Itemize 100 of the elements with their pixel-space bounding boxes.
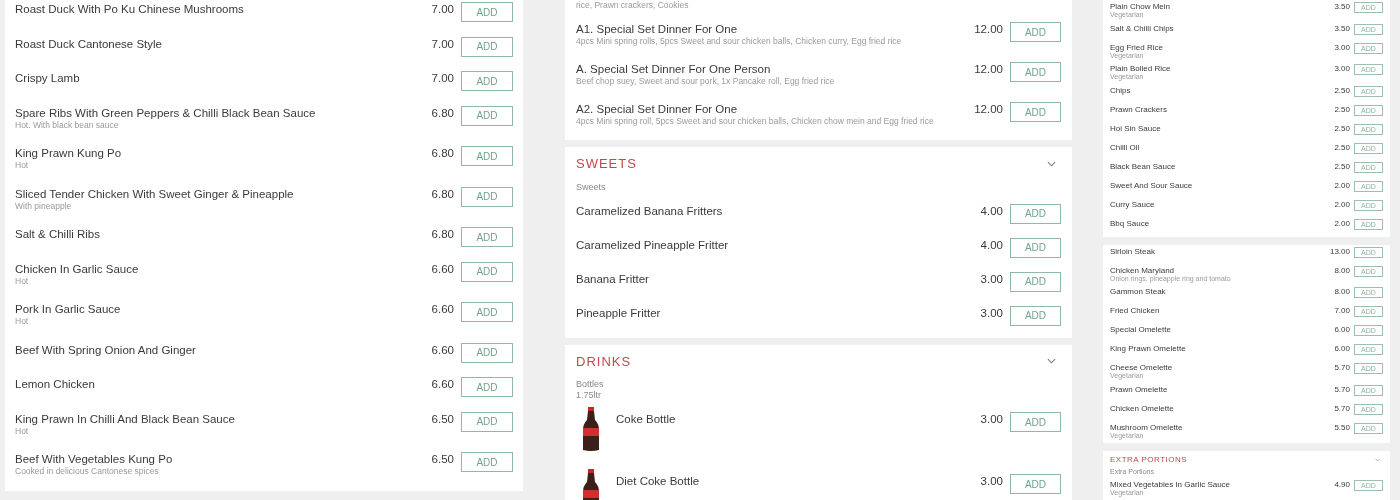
- item-name: Diet Coke Bottle: [616, 474, 701, 488]
- add-button[interactable]: ADD: [1010, 305, 1061, 326]
- add-button[interactable]: ADD: [461, 227, 513, 247]
- item-name: King Prawn Omelette: [1110, 344, 1187, 353]
- add-button[interactable]: ADD: [461, 261, 513, 282]
- add-button[interactable]: ADD: [1010, 62, 1061, 82]
- item-price: 7.00: [431, 2, 454, 16]
- item-description: rice, Prawn crackers, Cookies: [576, 0, 690, 11]
- item-name: Fried Chicken: [1110, 306, 1161, 315]
- add-button[interactable]: ADD: [461, 377, 513, 397]
- section-title: DRINKS: [576, 352, 632, 371]
- add-button[interactable]: ADD: [461, 71, 513, 91]
- item-price: 3.00: [1334, 64, 1350, 73]
- item-name: Pineapple Fritter: [576, 305, 662, 320]
- add-button[interactable]: ADD: [1010, 271, 1061, 292]
- item-price: 8.00: [1334, 287, 1350, 296]
- item-description: Hot: [15, 316, 30, 327]
- add-button[interactable]: ADD: [1010, 102, 1061, 122]
- item-price: 2.00: [1334, 218, 1350, 228]
- item-name: Chicken Omelette: [1110, 403, 1175, 413]
- item-name: Mushroom Omelette: [1110, 422, 1184, 432]
- item-name: Prawn Crackers: [1110, 104, 1168, 114]
- add-button[interactable]: ADD: [461, 146, 513, 166]
- item-description: Hot: [15, 275, 30, 287]
- item-price: 4.90: [1334, 480, 1350, 489]
- item-price: 6.80: [431, 146, 454, 160]
- item-name: Banana Fritter: [576, 271, 650, 286]
- item-price: 2.50: [1334, 123, 1350, 133]
- item-name: Beef With Vegetables Kung Po: [15, 452, 174, 466]
- item-name: Salt & Chilli Ribs: [15, 227, 101, 241]
- add-button[interactable]: ADD: [461, 105, 513, 126]
- item-price: 5.70: [1334, 403, 1350, 413]
- item-price: 6.50: [431, 452, 454, 466]
- chevron-down-icon[interactable]: [1047, 358, 1056, 365]
- item-name: Bbq Sauce: [1110, 218, 1151, 228]
- add-button[interactable]: ADD: [461, 186, 513, 207]
- add-button[interactable]: ADD: [461, 36, 513, 57]
- item-price: 3.00: [980, 305, 1003, 320]
- add-button[interactable]: ADD: [1010, 412, 1061, 432]
- item-name: Prawn Omelette: [1110, 384, 1169, 394]
- item-name: Chips: [1110, 85, 1132, 95]
- item-price: 3.50: [1334, 23, 1350, 33]
- item-name: Chilli Oil: [1110, 142, 1141, 152]
- item-name: Chicken Maryland: [1110, 265, 1175, 275]
- item-name: Gammon Steak: [1110, 287, 1167, 296]
- item-price: 3.00: [980, 271, 1003, 286]
- item-name: Salt & Chilli Chips: [1110, 23, 1175, 33]
- item-price: 5.50: [1334, 422, 1350, 432]
- item-description: 4pcs Mini spring rolls, 5pcs Sweet and sour chicken balls, Chicken curry, Egg fried rice: [576, 36, 903, 47]
- item-price: 6.60: [431, 302, 454, 316]
- item-price: 12.00: [974, 22, 1003, 36]
- add-button[interactable]: ADD: [461, 411, 513, 432]
- item-name: Egg Fried Rice: [1110, 42, 1164, 52]
- item-price: 13.00: [1329, 246, 1350, 256]
- item-name: Sweet And Sour Sauce: [1110, 180, 1194, 190]
- item-name: Coke Bottle: [616, 412, 677, 426]
- item-price: 5.70: [1334, 363, 1350, 372]
- item-price: 2.50: [1334, 85, 1350, 95]
- chevron-down-icon[interactable]: [1047, 160, 1056, 167]
- item-description: Cooked in delicious Cantonese spices: [15, 466, 160, 477]
- item-name: Beef With Spring Onion And Ginger: [15, 342, 197, 357]
- item-description: 4pcs Mini spring roll, 5pcs Sweet and sour chicken balls, Chicken chow mein and Egg fried rice: [576, 116, 935, 127]
- item-price: 3.00: [980, 474, 1003, 488]
- item-price: 6.80: [431, 227, 454, 241]
- add-button[interactable]: ADD: [1010, 203, 1061, 224]
- add-button[interactable]: ADD: [1010, 237, 1061, 258]
- item-price: 2.00: [1334, 199, 1350, 209]
- item-price: 6.00: [1334, 344, 1350, 353]
- add-button[interactable]: ADD: [461, 2, 513, 22]
- item-price: 8.00: [1334, 265, 1350, 275]
- item-price: 4.00: [980, 203, 1003, 218]
- add-button[interactable]: ADD: [461, 302, 513, 322]
- item-name: Sirloin Steak: [1110, 246, 1156, 256]
- item-name: Spare Ribs With Green Peppers & Chilli Black Bean Sauce: [15, 105, 317, 120]
- item-price: 2.00: [1334, 180, 1350, 190]
- item-price: 3.50: [1334, 2, 1350, 11]
- add-button[interactable]: ADD: [461, 342, 513, 363]
- item-name: Crispy Lamb: [15, 71, 81, 85]
- item-price: 3.00: [980, 412, 1003, 426]
- item-name: Caramelized Pineapple Fritter: [576, 237, 730, 252]
- add-button[interactable]: ADD: [461, 452, 513, 472]
- item-price: 2.50: [1334, 104, 1350, 114]
- item-price: 5.70: [1334, 384, 1350, 394]
- item-price: 12.00: [974, 102, 1003, 116]
- item-name: Roast Duck Cantonese Style: [15, 36, 164, 51]
- add-button[interactable]: ADD: [1010, 22, 1061, 42]
- item-price: 7.00: [1334, 306, 1350, 315]
- section-title: EXTRA PORTIONS: [1110, 454, 1188, 466]
- add-button[interactable]: ADD: [1010, 474, 1061, 494]
- item-name: A2. Special Set Dinner For One: [576, 102, 739, 116]
- item-price: 6.60: [431, 377, 454, 391]
- item-name: Roast Duck With Po Ku Chinese Mushrooms: [15, 2, 245, 16]
- item-price: 6.50: [431, 411, 454, 426]
- section-subtitle: 1.75ltr: [576, 390, 602, 401]
- section-subtitle: Sweets: [576, 181, 607, 193]
- item-name: Curry Sauce: [1110, 199, 1156, 209]
- item-name: A1. Special Set Dinner For One: [576, 22, 739, 36]
- item-price: 7.00: [431, 36, 454, 51]
- item-price: 2.50: [1334, 142, 1350, 152]
- item-description: Hot: [15, 160, 30, 171]
